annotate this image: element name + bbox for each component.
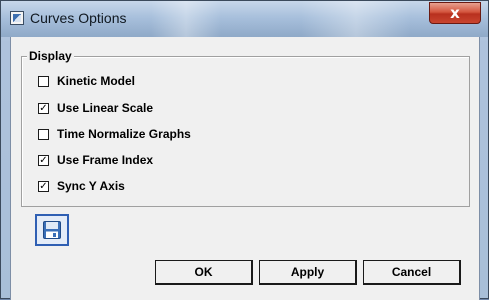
- floppy-disk-icon: [43, 221, 61, 239]
- apply-button[interactable]: Apply: [259, 260, 357, 285]
- checkbox-use-linear-scale[interactable]: ✓ Use Linear Scale: [38, 100, 153, 116]
- close-icon: x: [450, 4, 460, 22]
- curves-options-dialog: Curves Options x Display Kinetic Model ✓…: [0, 0, 489, 300]
- ok-button[interactable]: OK: [155, 260, 253, 285]
- title-bar[interactable]: Curves Options x: [1, 1, 488, 37]
- checkbox-sync-y-axis[interactable]: ✓ Sync Y Axis: [38, 178, 125, 194]
- checkbox-label: Sync Y Axis: [57, 179, 125, 193]
- close-button[interactable]: x: [429, 2, 481, 24]
- checkbox-label: Time Normalize Graphs: [57, 127, 191, 141]
- checkbox-kinetic-model[interactable]: Kinetic Model: [38, 73, 135, 89]
- display-group-label: Display: [27, 49, 74, 63]
- window-app-icon[interactable]: [10, 11, 24, 25]
- checkbox-box[interactable]: [38, 75, 49, 87]
- title-bar-highlight: [151, 1, 221, 37]
- title-bar-highlight: [301, 1, 411, 37]
- checkmark-icon[interactable]: ✓: [38, 154, 49, 166]
- checkmark-icon[interactable]: ✓: [38, 180, 49, 192]
- checkbox-box[interactable]: [38, 128, 49, 140]
- cancel-button[interactable]: Cancel: [363, 260, 461, 285]
- window-title: Curves Options: [30, 10, 127, 26]
- checkbox-use-frame-index[interactable]: ✓ Use Frame Index: [38, 152, 153, 168]
- checkmark-icon[interactable]: ✓: [38, 102, 49, 114]
- save-button[interactable]: [35, 214, 69, 246]
- checkbox-label: Use Frame Index: [57, 153, 154, 167]
- checkbox-label: Kinetic Model: [57, 74, 136, 88]
- checkbox-label: Use Linear Scale: [57, 101, 154, 115]
- checkbox-time-normalize-graphs[interactable]: Time Normalize Graphs: [38, 126, 191, 142]
